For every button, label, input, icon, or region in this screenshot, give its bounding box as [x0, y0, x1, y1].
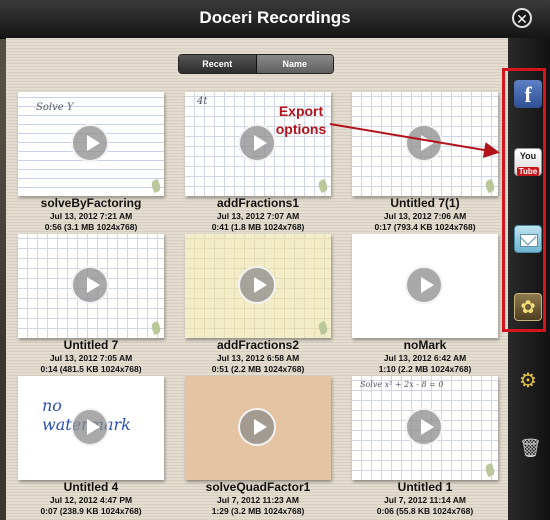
annotation-arrow	[329, 123, 500, 158]
